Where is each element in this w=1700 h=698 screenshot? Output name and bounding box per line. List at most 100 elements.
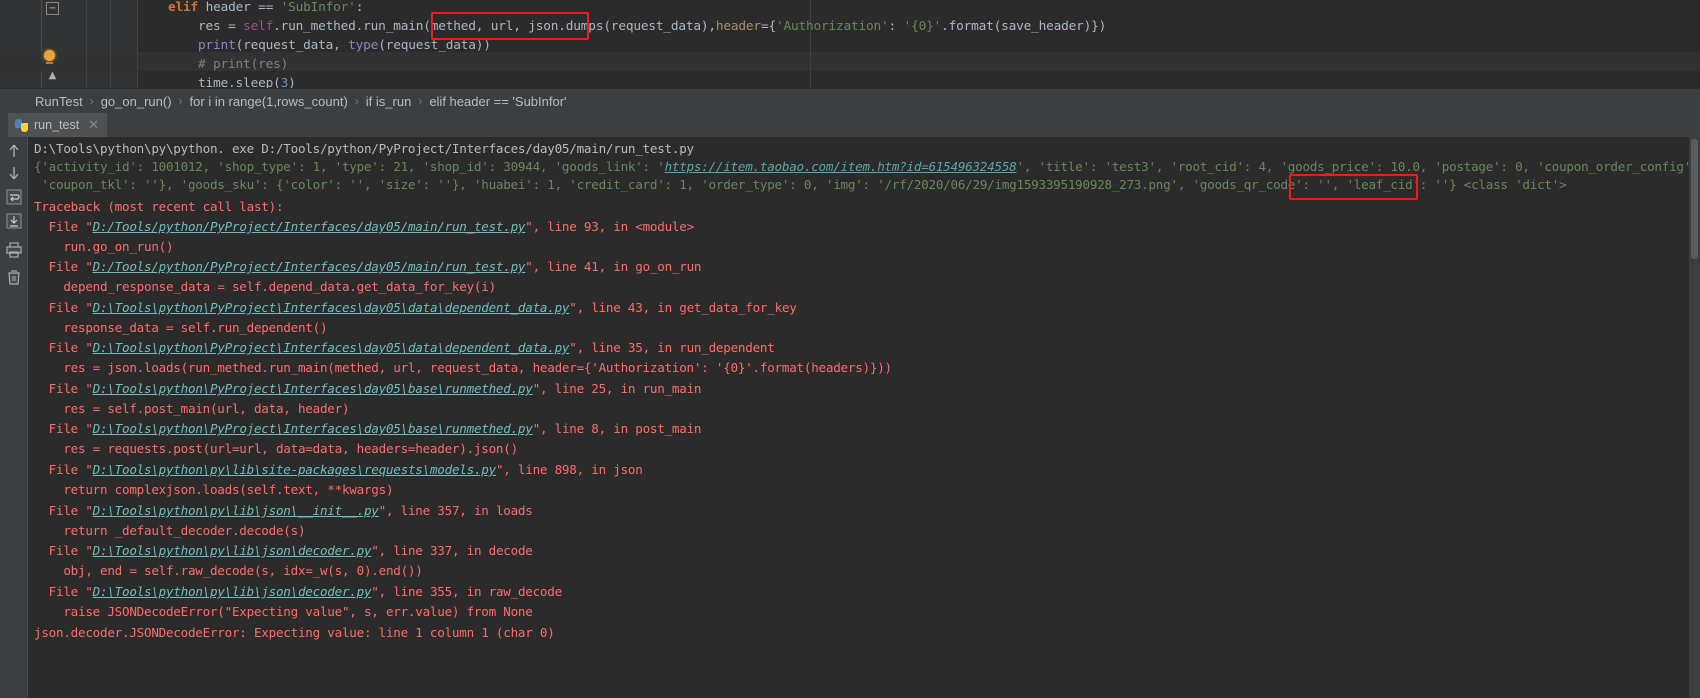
console-text: ", line 41, in go_on_run [525, 259, 702, 274]
console-line-2: 'coupon_tkl': ''}, 'goods_sku': {'color'… [34, 177, 1566, 192]
breadcrumb-item-0[interactable]: RunTest [35, 94, 83, 109]
run-tool-window-tabs: run_test ✕ [0, 113, 1700, 137]
breadcrumb[interactable]: RunTest › go_on_run() › for i in range(1… [0, 88, 1700, 113]
console-line-18: File "D:\Tools\python\py\lib\json\__init… [34, 503, 533, 518]
fold-expand-icon[interactable]: ▲ [46, 70, 59, 83]
fold-collapse-icon[interactable]: − [46, 2, 59, 15]
console-text: File " [34, 543, 93, 558]
console-file-link[interactable]: D:\Tools\python\PyProject\Interfaces\day… [93, 300, 570, 315]
console-file-link[interactable]: D:/Tools/python/PyProject/Interfaces/day… [93, 219, 526, 234]
console-text: <class 'dict'> [1463, 177, 1567, 192]
code-token: elif [168, 0, 199, 15]
scrollbar-thumb[interactable] [1691, 139, 1698, 259]
console-text: ", line 337, in decode [371, 543, 533, 558]
gutter-divider-2 [110, 0, 111, 88]
breadcrumb-item-3[interactable]: if is_run [366, 94, 412, 109]
console-line-12: File "D:\Tools\python\PyProject\Interfac… [34, 381, 702, 396]
console-line-24: json.decoder.JSONDecodeError: Expecting … [34, 625, 555, 640]
console-text: File " [34, 381, 93, 396]
gutter-divider-1 [86, 0, 87, 88]
code-token: = [228, 19, 236, 34]
code-line-1: res = self.run_methed.run_main(methed, u… [138, 19, 1106, 34]
console-file-link[interactable]: D:\Tools\python\py\lib\json\decoder.py [93, 584, 372, 599]
editor-gutter[interactable] [0, 0, 42, 88]
console-line-22: File "D:\Tools\python\py\lib\json\decode… [34, 584, 563, 599]
console-file-link[interactable]: D:\Tools\python\PyProject\Interfaces\day… [93, 421, 533, 436]
console-text: File " [34, 340, 93, 355]
console-line-8: File "D:\Tools\python\PyProject\Interfac… [34, 300, 797, 315]
code-token: type [348, 38, 379, 53]
console-file-link[interactable]: D:\Tools\python\py\lib\site-packages\req… [93, 462, 497, 477]
console-text: ', 'title': 'test3', 'root_cid': 4, 'goo… [1016, 159, 1700, 174]
printer-icon[interactable] [4, 240, 24, 260]
console-text: return complexjson.loads(self.text, **kw… [34, 482, 394, 497]
code-token: header [715, 19, 761, 34]
console-text: 'coupon_tkl': ''}, 'goods_sku': {'color'… [34, 177, 1464, 192]
run-window-toolbar [0, 137, 27, 698]
console-line-16: File "D:\Tools\python\py\lib\site-packag… [34, 462, 643, 477]
scroll-to-end-icon[interactable] [4, 211, 24, 231]
console-line-0: D:\Tools\python\py\python. exe D:/Tools/… [34, 141, 694, 156]
scroll-down-button[interactable] [4, 163, 24, 183]
code-token: 3 [280, 76, 289, 88]
console-text: ", line 357, in loads [378, 503, 533, 518]
close-icon[interactable]: ✕ [88, 117, 99, 133]
breadcrumb-item-2[interactable]: for i in range(1,rows_count) [190, 94, 348, 109]
code-line-2: print(request_data, type(request_data)) [138, 38, 491, 53]
console-line-19: return _default_decoder.decode(s) [34, 523, 305, 538]
code-token: res [138, 19, 229, 34]
code-token: header [198, 0, 259, 15]
console-file-link[interactable]: D:\Tools\python\py\lib\json\decoder.py [93, 543, 372, 558]
code-token: { [768, 19, 776, 34]
breadcrumb-item-4[interactable]: elif header == 'SubInfor' [429, 94, 566, 109]
console-text: ", line 93, in <module> [525, 219, 694, 234]
console-text: ", line 355, in raw_decode [371, 584, 562, 599]
console-text: ", line 25, in run_main [532, 381, 702, 396]
console-line-11: res = json.loads(run_methed.run_main(met… [34, 360, 892, 375]
code-token: print [198, 38, 236, 53]
console-line-3: Traceback (most recent call last): [34, 199, 284, 214]
breadcrumb-item-1[interactable]: go_on_run() [101, 94, 172, 109]
code-token: ) [288, 76, 296, 88]
console-text: File " [34, 421, 93, 436]
code-token: (request_data, [235, 38, 349, 53]
console-file-link[interactable]: D:\Tools\python\py\lib\json\__init__.py [93, 503, 379, 518]
console-file-link[interactable]: https://item.taobao.com/item.htm?id=6154… [665, 159, 1017, 174]
code-token: : [355, 0, 364, 15]
code-editor[interactable]: − ▲ elif header == 'SubInfor': res = sel… [0, 0, 1700, 88]
console-line-21: obj, end = self.raw_decode(s, idx=_w(s, … [34, 563, 423, 578]
console-text: raise JSONDecodeError("Expecting value",… [34, 604, 533, 619]
code-line-3: # print(res) [138, 57, 288, 72]
console-text: Traceback (most recent call last): [34, 199, 284, 214]
trash-icon[interactable] [4, 267, 24, 287]
run-console-output[interactable]: D:\Tools\python\py\python. exe D:/Tools/… [27, 137, 1700, 698]
right-margin-line [810, 0, 811, 88]
breadcrumb-separator: › [178, 94, 183, 108]
console-text: File " [34, 259, 93, 274]
console-scrollbar[interactable] [1689, 137, 1700, 698]
tab-label: run_test [34, 118, 80, 132]
console-file-link[interactable]: D:\Tools\python\PyProject\Interfaces\day… [93, 340, 570, 355]
console-text: return _default_decoder.decode(s) [34, 523, 306, 538]
soft-wrap-icon[interactable] [4, 187, 24, 207]
console-line-6: File "D:/Tools/python/PyProject/Interfac… [34, 259, 702, 274]
tab-run-test[interactable]: run_test ✕ [8, 113, 108, 137]
code-token: , [708, 19, 716, 34]
console-line-1: {'activity_id': 1001012, 'shop_type': 1,… [34, 159, 1700, 174]
console-text: File " [34, 503, 93, 518]
intention-bulb-icon[interactable] [44, 50, 55, 64]
console-file-link[interactable]: D:/Tools/python/PyProject/Interfaces/day… [93, 259, 526, 274]
console-text: {'activity_id': 1001012, 'shop_type': 1,… [34, 159, 665, 174]
console-text: File " [34, 462, 93, 477]
scroll-up-button[interactable] [4, 141, 24, 161]
console-text: File " [34, 584, 93, 599]
code-line-0: elif header == 'SubInfor': [138, 0, 363, 15]
console-file-link[interactable]: D:\Tools\python\PyProject\Interfaces\day… [93, 381, 533, 396]
console-text: res = requests.post(url=url, data=data, … [34, 441, 518, 456]
console-line-10: File "D:\Tools\python\PyProject\Interfac… [34, 340, 775, 355]
code-token: == [258, 0, 274, 15]
console-text: D:\Tools\python\py\python. exe D:/Tools/… [34, 141, 694, 156]
